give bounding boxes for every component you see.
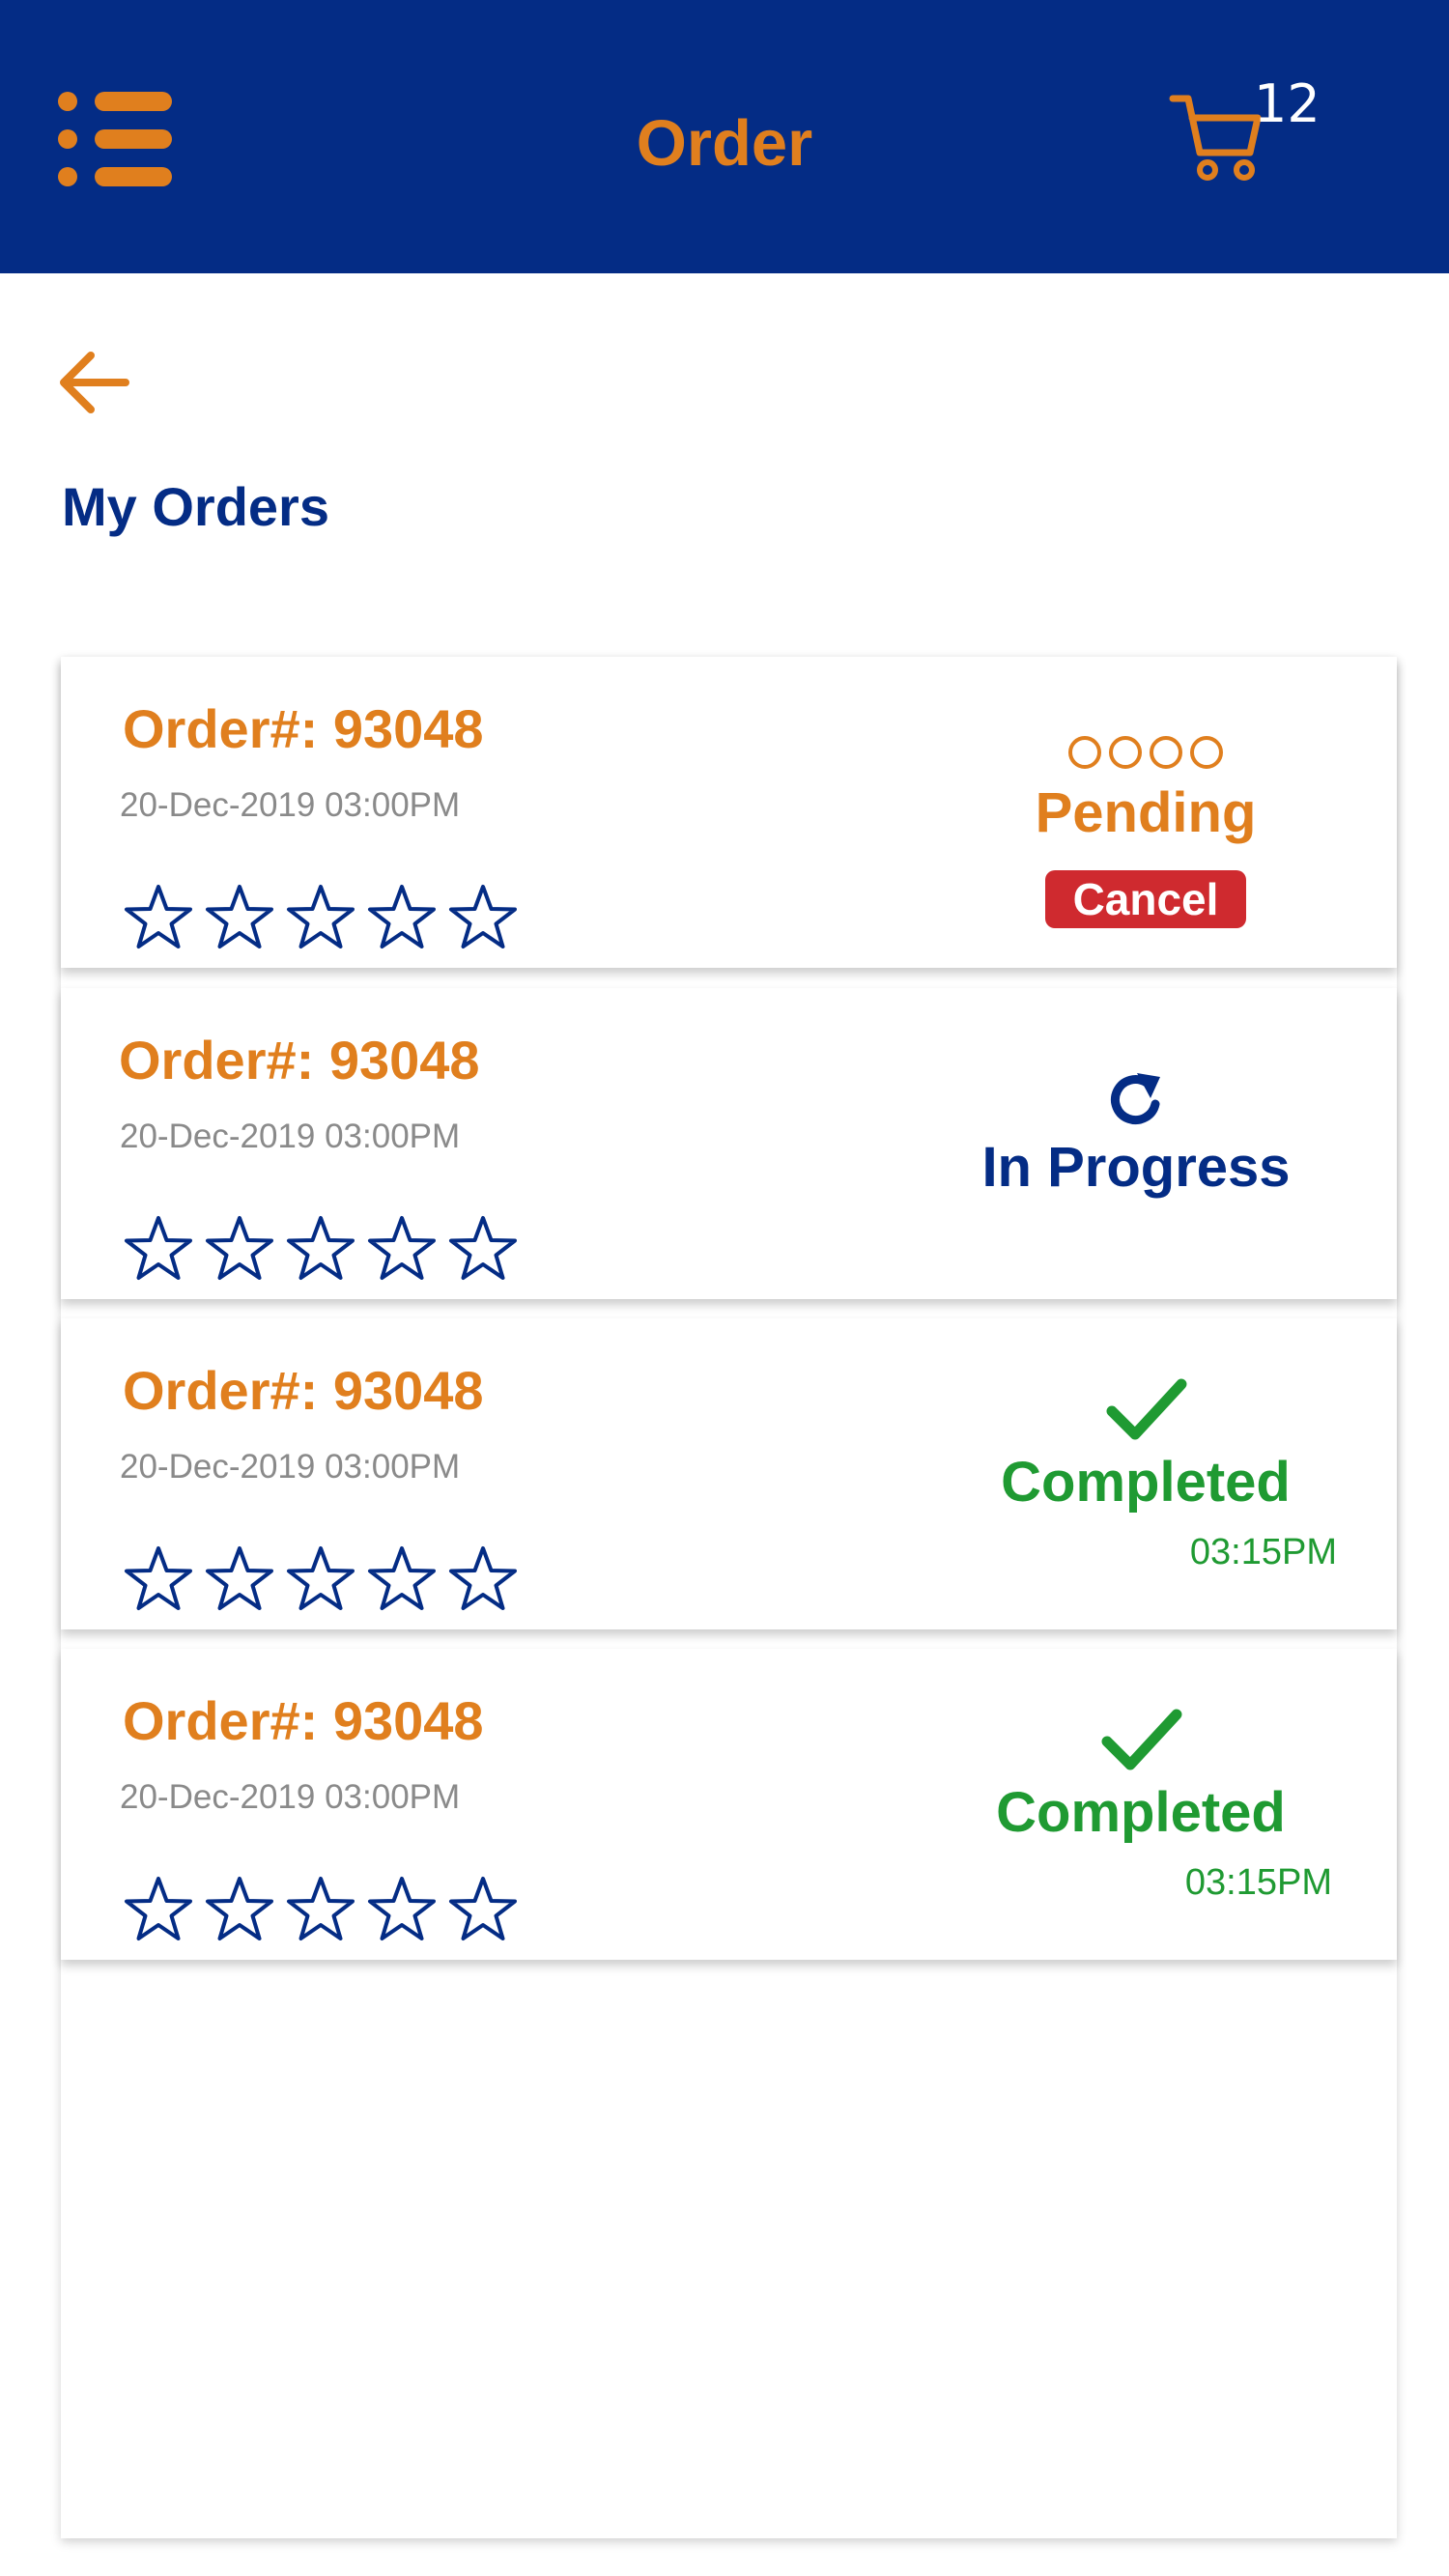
checkmark-icon [943, 1376, 1349, 1450]
star-icon[interactable] [447, 1874, 519, 1941]
order-card[interactable]: Order#: 93048 20-Dec-2019 03:00PM Comple… [61, 1649, 1397, 1960]
status-label: Completed [1001, 1451, 1291, 1514]
star-icon[interactable] [447, 882, 519, 949]
order-status: Pending Cancel [943, 736, 1349, 928]
shopping-cart-icon[interactable] [1167, 89, 1264, 185]
star-icon[interactable] [285, 1874, 356, 1941]
pending-dots-icon [943, 736, 1349, 775]
star-icon[interactable] [123, 1874, 194, 1941]
section-title: My Orders [62, 476, 329, 537]
order-card[interactable]: Order#: 93048 20-Dec-2019 03:00PM Pendin… [61, 657, 1397, 968]
star-icon[interactable] [366, 882, 438, 949]
top-app-bar: Order 12 [0, 0, 1449, 273]
rating-stars[interactable] [123, 1874, 519, 1941]
order-number: Order#: 93048 [119, 1030, 480, 1090]
star-icon[interactable] [123, 1213, 194, 1281]
star-icon[interactable] [285, 1543, 356, 1611]
checkmark-icon [938, 1707, 1344, 1780]
star-icon[interactable] [447, 1213, 519, 1281]
star-icon[interactable] [123, 882, 194, 949]
cart-count-badge: 12 [1254, 73, 1321, 134]
orders-list[interactable]: Order#: 93048 20-Dec-2019 03:00PM Pendin… [61, 657, 1397, 2538]
order-number: Order#: 93048 [123, 1360, 484, 1421]
star-icon[interactable] [204, 1213, 275, 1281]
order-number: Order#: 93048 [123, 698, 484, 759]
rating-stars[interactable] [123, 1543, 519, 1611]
order-status: Completed 03:15PM [943, 1376, 1349, 1573]
back-arrow-icon[interactable] [56, 348, 129, 417]
rating-stars[interactable] [123, 1213, 519, 1281]
order-card[interactable]: Order#: 93048 20-Dec-2019 03:00PM In Pro… [61, 988, 1397, 1299]
status-label: Pending [1035, 781, 1257, 844]
order-date: 20-Dec-2019 03:00PM [120, 1778, 461, 1816]
star-icon[interactable] [366, 1874, 438, 1941]
star-icon[interactable] [204, 1874, 275, 1941]
status-label: In Progress [981, 1136, 1291, 1199]
order-card[interactable]: Order#: 93048 20-Dec-2019 03:00PM Comple… [61, 1318, 1397, 1629]
status-label: Completed [996, 1781, 1286, 1844]
completed-time: 03:15PM [1189, 1532, 1337, 1572]
order-date: 20-Dec-2019 03:00PM [120, 786, 461, 824]
order-status: In Progress [914, 1065, 1358, 1200]
star-icon[interactable] [204, 882, 275, 949]
star-icon[interactable] [447, 1543, 519, 1611]
order-number: Order#: 93048 [123, 1690, 484, 1751]
star-icon[interactable] [123, 1543, 194, 1611]
refresh-icon [914, 1065, 1358, 1135]
cancel-order-button[interactable]: Cancel [1045, 870, 1246, 928]
star-icon[interactable] [285, 1213, 356, 1281]
star-icon[interactable] [204, 1543, 275, 1611]
star-icon[interactable] [366, 1543, 438, 1611]
order-status: Completed 03:15PM [938, 1707, 1344, 1904]
order-date: 20-Dec-2019 03:00PM [120, 1448, 461, 1486]
rating-stars[interactable] [123, 882, 519, 949]
star-icon[interactable] [366, 1213, 438, 1281]
star-icon[interactable] [285, 882, 356, 949]
order-date: 20-Dec-2019 03:00PM [120, 1118, 461, 1155]
completed-time: 03:15PM [1184, 1862, 1332, 1903]
